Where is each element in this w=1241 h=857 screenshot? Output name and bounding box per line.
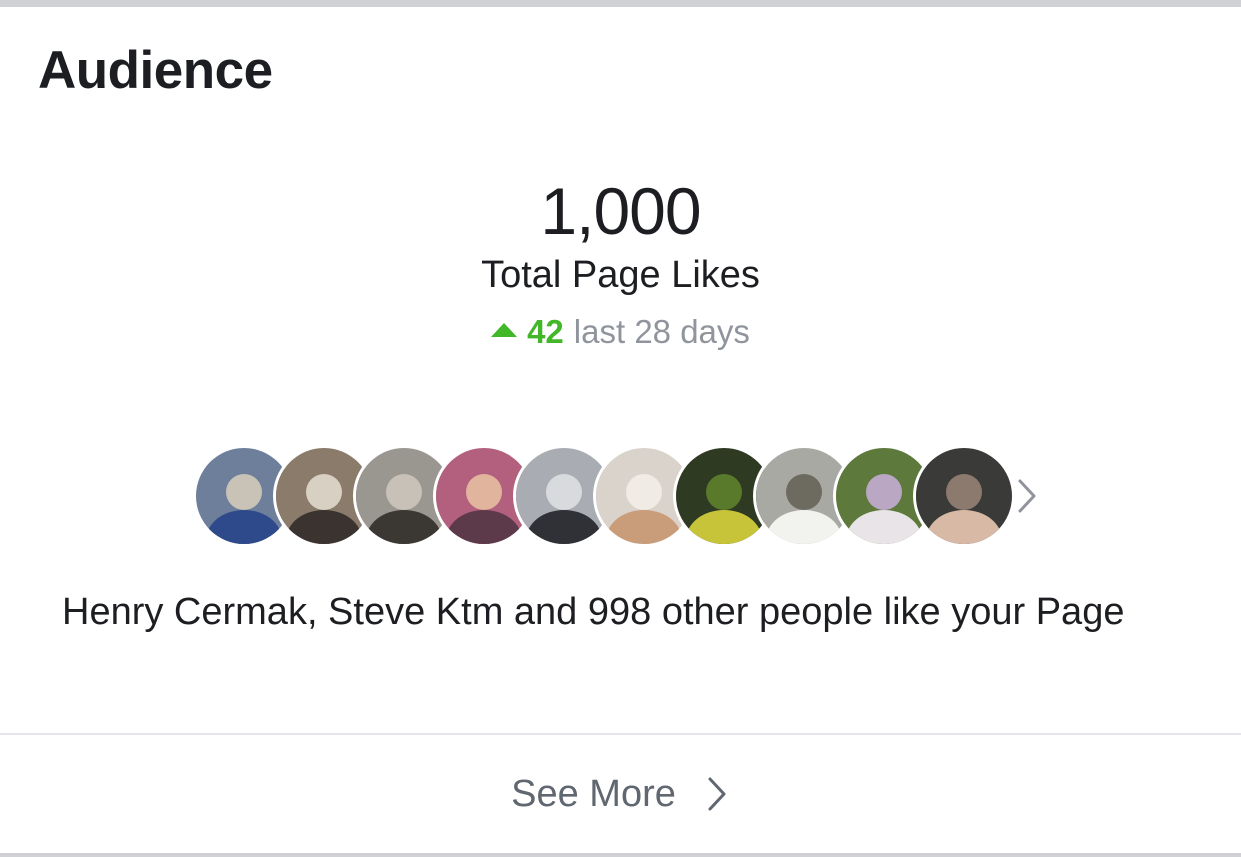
likes-change: 42 last 28 days [0, 313, 1241, 351]
avatar-10[interactable] [913, 445, 1015, 547]
total-likes-label: Total Page Likes [481, 254, 760, 296]
chevron-right-icon [708, 777, 726, 811]
likes-change-period: last 28 days [573, 313, 750, 350]
see-more-label: See More [511, 772, 676, 815]
bottom-divider [0, 853, 1241, 857]
see-more-button[interactable]: See More [0, 735, 1241, 853]
total-likes-count: 1,000 [540, 174, 701, 248]
top-divider [0, 0, 1241, 7]
chevron-right-icon[interactable] [1012, 476, 1042, 516]
likes-change-value: 42 [527, 313, 564, 350]
card-title: Audience [38, 41, 273, 100]
likers-summary: Henry Cermak, Steve Ktm and 998 other pe… [62, 591, 1125, 633]
triangle-up-icon [491, 323, 518, 337]
